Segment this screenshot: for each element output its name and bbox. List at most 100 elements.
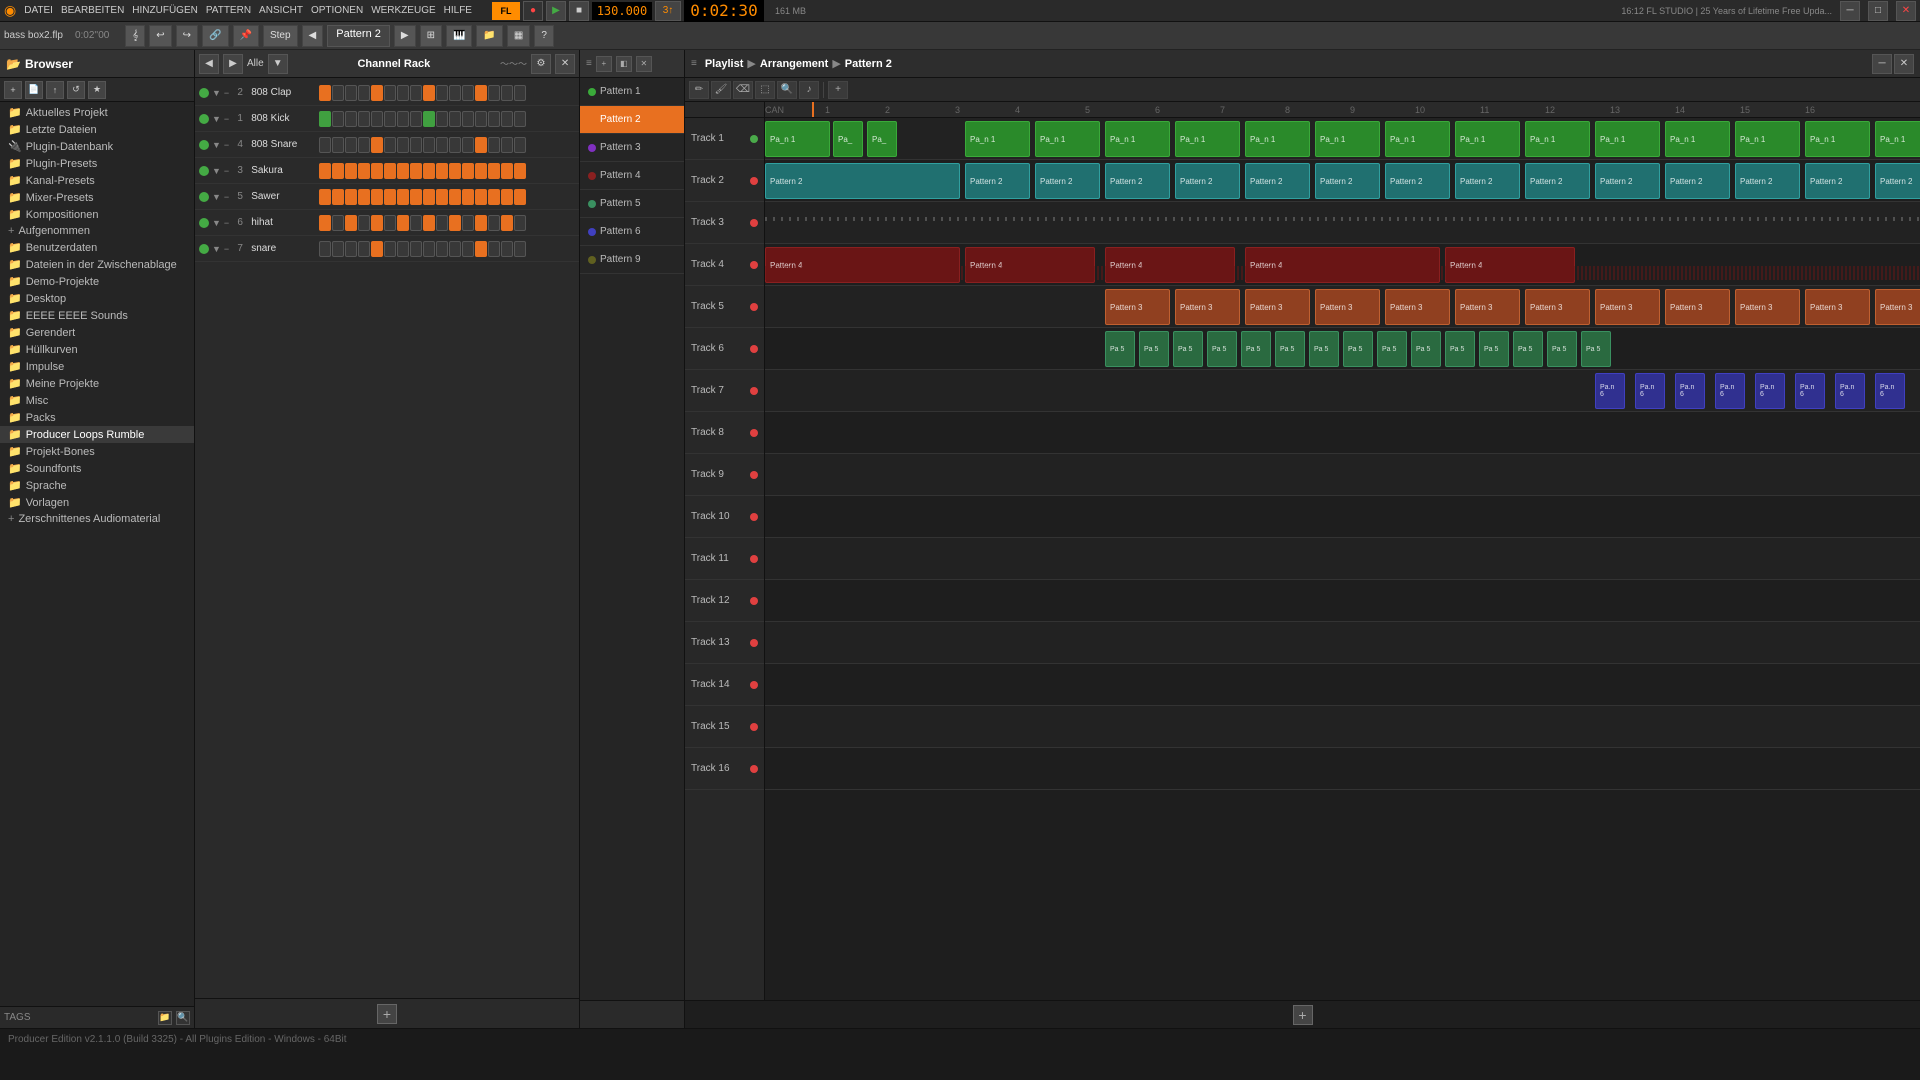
pad[interactable] [449, 215, 461, 231]
pad[interactable] [384, 137, 396, 153]
browser-item-producer-loops[interactable]: 📁 Producer Loops Rumble [0, 426, 194, 443]
track-block[interactable]: Pa_n 1 [765, 121, 830, 157]
pad[interactable] [475, 241, 487, 257]
browser-item-vorlagen[interactable]: 📁 Vorlagen [0, 494, 194, 511]
pad[interactable] [514, 241, 526, 257]
pad[interactable] [501, 111, 513, 127]
track-block[interactable]: Pa.n 6 [1835, 373, 1865, 409]
pad[interactable] [371, 241, 383, 257]
window-maximize[interactable]: □ [1868, 1, 1888, 21]
browser-item-misc[interactable]: 📁 Misc [0, 392, 194, 409]
playlist-close-btn[interactable]: ✕ [1894, 54, 1914, 74]
pad[interactable] [384, 241, 396, 257]
track-block[interactable]: Pa_n 1 [1875, 121, 1920, 157]
pl-tool-add-pattern[interactable]: + [828, 81, 848, 99]
track-block[interactable]: Pa 5 [1547, 331, 1577, 367]
pad[interactable] [514, 85, 526, 101]
pattern-item-5[interactable]: Pattern 5 [580, 190, 684, 218]
pad[interactable] [462, 137, 474, 153]
pad[interactable] [449, 189, 461, 205]
pad[interactable] [501, 85, 513, 101]
pad[interactable] [514, 137, 526, 153]
pad[interactable] [462, 241, 474, 257]
browser-item-letzte[interactable]: 📁 Letzte Dateien [0, 121, 194, 138]
ch-minus[interactable]: − [224, 140, 229, 150]
pad[interactable] [384, 215, 396, 231]
browser-item-gerendert[interactable]: 📁 Gerendert [0, 324, 194, 341]
track-block[interactable]: Pattern 2 [1665, 163, 1730, 199]
track-block[interactable]: Pattern 3 [1665, 289, 1730, 325]
track-block[interactable]: Pa.n 6 [1715, 373, 1745, 409]
pad[interactable] [397, 189, 409, 205]
pl-tool-zoom[interactable]: 🔍 [777, 81, 797, 99]
pad[interactable] [384, 111, 396, 127]
pad[interactable] [410, 137, 422, 153]
ch-led[interactable] [199, 192, 209, 202]
pad[interactable] [501, 241, 513, 257]
tags-search-btn[interactable]: 🔍 [176, 1011, 190, 1025]
track-block[interactable]: Pattern 2 [1735, 163, 1800, 199]
pad[interactable] [371, 215, 383, 231]
browser-up-btn[interactable]: ↑ [46, 81, 64, 99]
track-block[interactable]: Pa_n 1 [1735, 121, 1800, 157]
track-block[interactable]: Pa 5 [1411, 331, 1441, 367]
track-block[interactable]: Pa.n 6 [1595, 373, 1625, 409]
pad[interactable] [410, 241, 422, 257]
pattern-item-4[interactable]: Pattern 4 [580, 162, 684, 190]
record-button[interactable]: ● [523, 1, 543, 21]
pad[interactable] [462, 111, 474, 127]
track-block[interactable]: Pa_n 1 [1385, 121, 1450, 157]
track-block[interactable]: Pattern 2 [1455, 163, 1520, 199]
pad[interactable] [319, 241, 331, 257]
pad[interactable] [345, 189, 357, 205]
track-block[interactable]: Pa.n 6 [1875, 373, 1905, 409]
pad[interactable] [371, 85, 383, 101]
ch-minus[interactable]: − [224, 88, 229, 98]
pad[interactable] [436, 189, 448, 205]
track-block[interactable]: Pattern 2 [1385, 163, 1450, 199]
tags-folder-btn[interactable]: 📁 [158, 1011, 172, 1025]
ch-name[interactable]: Sawer [251, 191, 316, 202]
pad[interactable] [475, 111, 487, 127]
rack-settings-btn[interactable]: ⚙ [531, 54, 551, 74]
track-block[interactable]: Pattern 2 [1175, 163, 1240, 199]
pad[interactable] [423, 111, 435, 127]
pl-tool-erase[interactable]: ⌫ [733, 81, 753, 99]
link-btn[interactable]: 🔗 [202, 25, 228, 47]
metronome-btn[interactable]: 𝄞 [125, 25, 145, 47]
pad[interactable] [475, 189, 487, 205]
pad[interactable] [462, 189, 474, 205]
pad[interactable] [358, 163, 370, 179]
track-block[interactable]: Pa_ [833, 121, 863, 157]
pad[interactable] [436, 85, 448, 101]
add-channel-btn[interactable]: + [377, 1004, 397, 1024]
pad[interactable] [488, 85, 500, 101]
track-block[interactable]: Pattern 3 [1595, 289, 1660, 325]
next-pattern-btn[interactable]: ▶ [394, 25, 416, 47]
pad[interactable] [319, 215, 331, 231]
pad[interactable] [410, 215, 422, 231]
track-block[interactable]: Pa 5 [1105, 331, 1135, 367]
pad[interactable] [436, 111, 448, 127]
browser-item-soundfonts[interactable]: 📁 Soundfonts [0, 460, 194, 477]
pad[interactable] [423, 215, 435, 231]
pad[interactable] [332, 241, 344, 257]
pad[interactable] [449, 137, 461, 153]
ch-led[interactable] [199, 140, 209, 150]
pattern-list-toolbar-btn[interactable]: + [596, 56, 612, 72]
browser-fav-btn[interactable]: ★ [88, 81, 106, 99]
menu-item-hinzufuegen[interactable]: HINZUFÜGEN [132, 5, 198, 16]
pad[interactable] [319, 111, 331, 127]
stop-button[interactable]: ■ [569, 1, 589, 21]
pad[interactable] [345, 215, 357, 231]
pad[interactable] [319, 137, 331, 153]
track-block[interactable]: Pattern 3 [1105, 289, 1170, 325]
pattern-item-6[interactable]: Pattern 6 [580, 218, 684, 246]
track-block[interactable]: Pattern 3 [1385, 289, 1450, 325]
pad[interactable] [449, 111, 461, 127]
track-block[interactable]: Pa 5 [1581, 331, 1611, 367]
pad[interactable] [397, 215, 409, 231]
pad[interactable] [319, 163, 331, 179]
pad[interactable] [462, 163, 474, 179]
pad[interactable] [371, 163, 383, 179]
